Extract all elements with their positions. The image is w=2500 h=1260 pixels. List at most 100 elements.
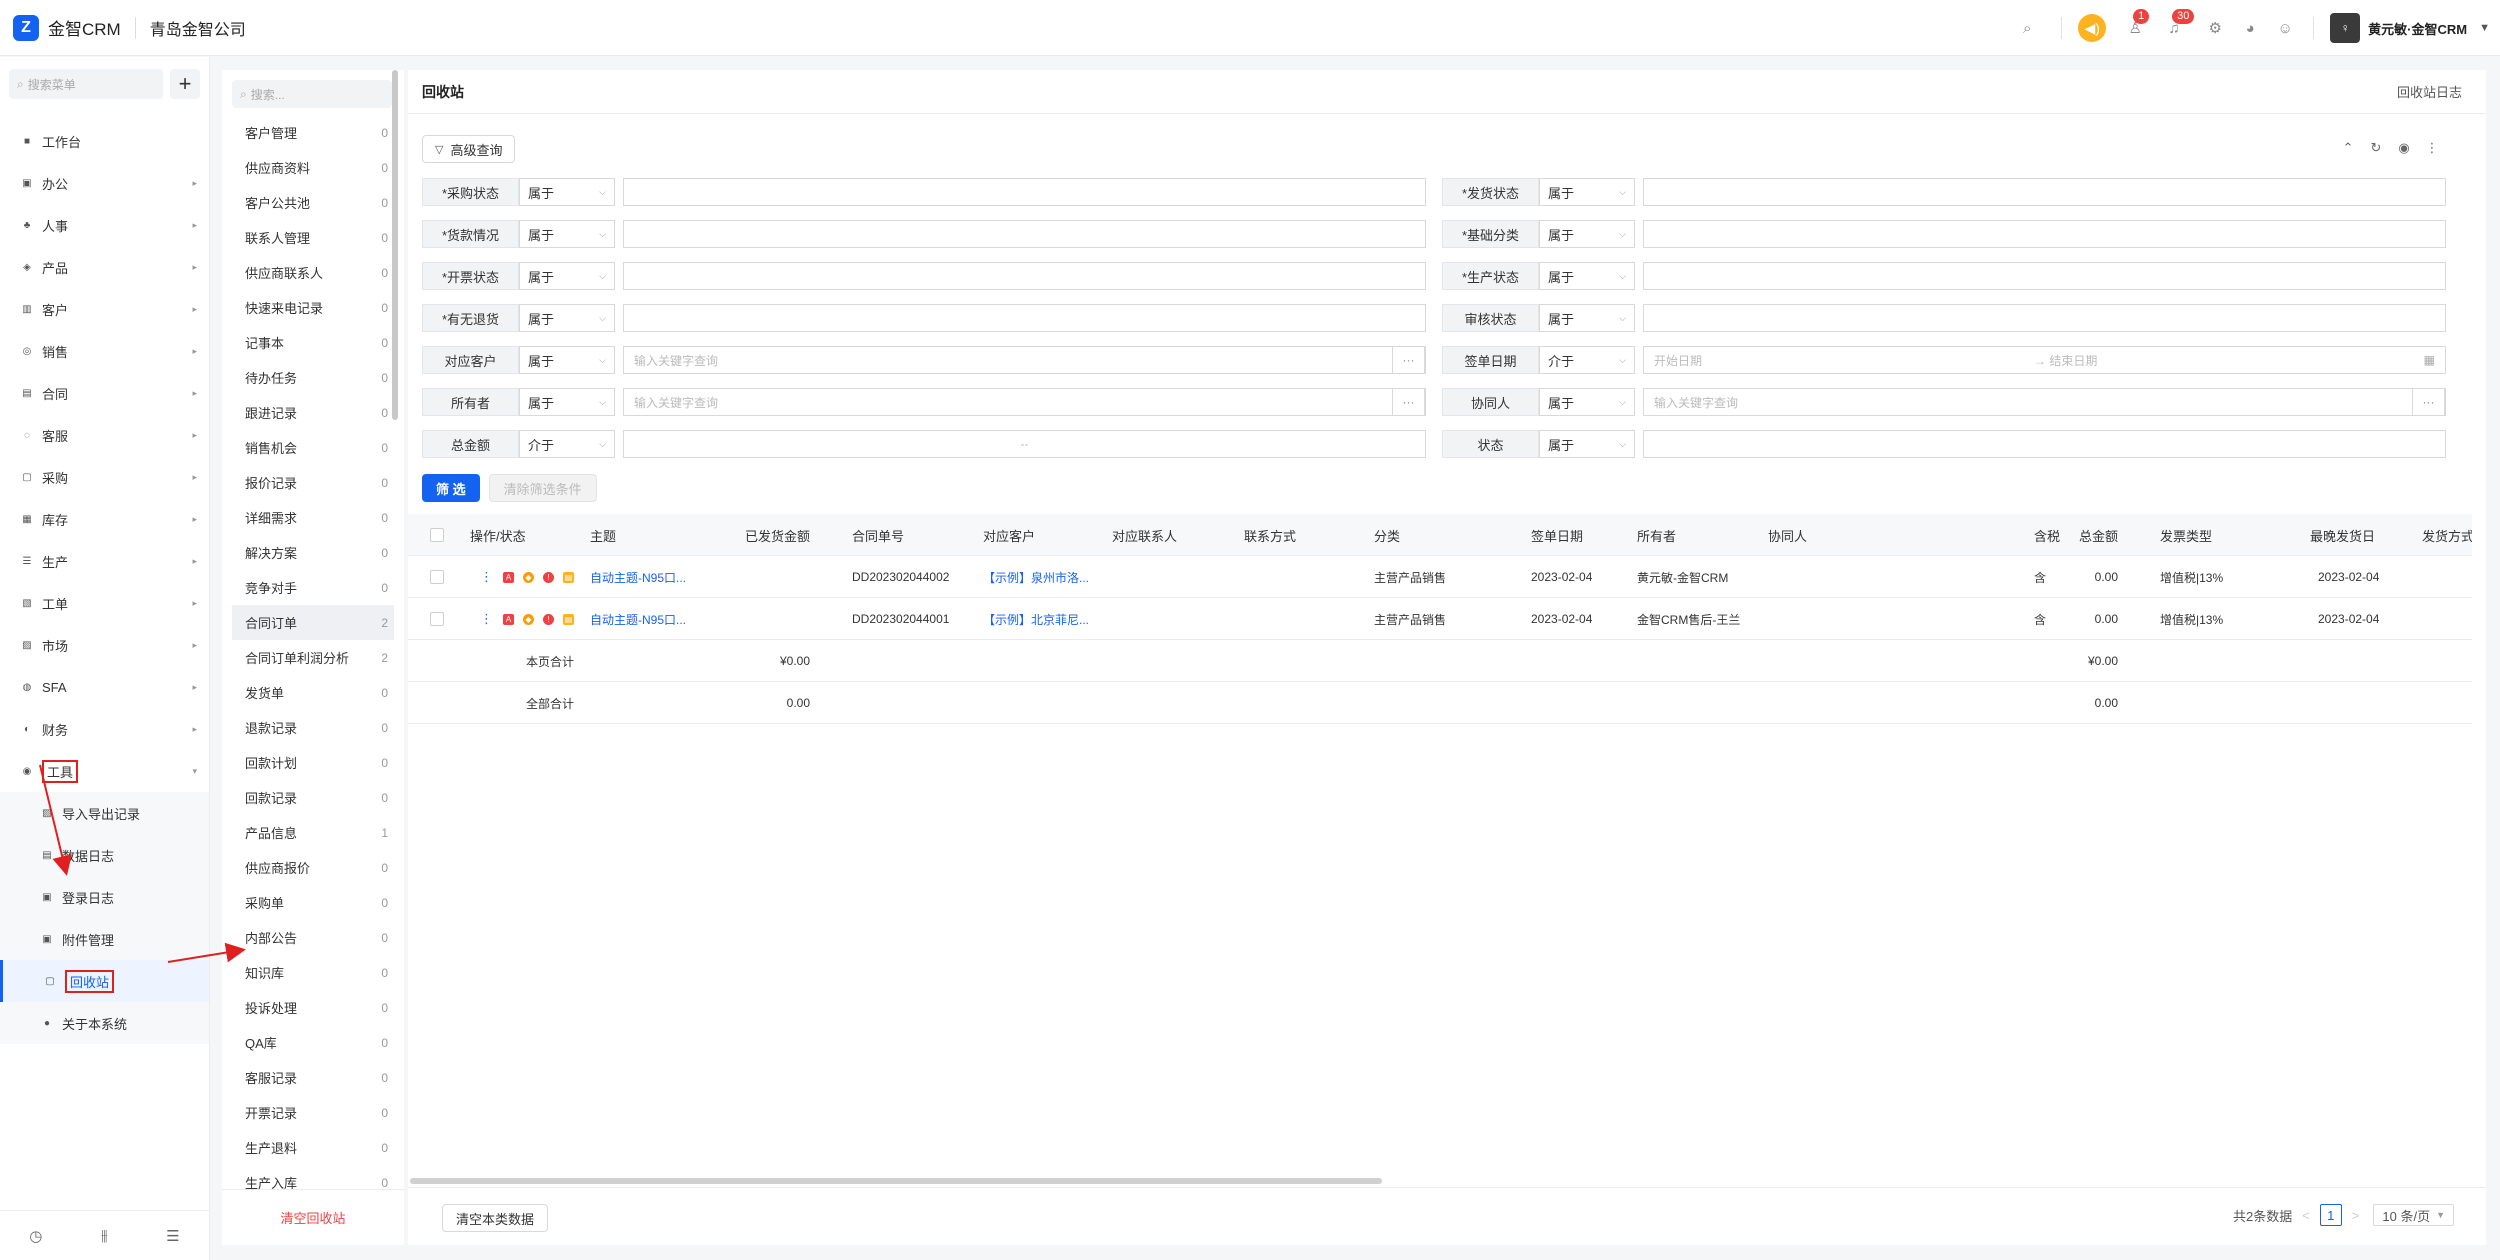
nav-item-11[interactable]: ▧ 工单 ▸	[0, 582, 209, 624]
column-header[interactable]: 最晚发货日	[2310, 514, 2375, 556]
filter-operator-select[interactable]: 属于 ⌵	[519, 178, 615, 206]
user-menu[interactable]: ♀ 黄元敏·金智CRM ▼	[2330, 13, 2490, 43]
column-header[interactable]: 签单日期	[1531, 514, 1583, 556]
filter-operator-select[interactable]: 属于 ⌵	[519, 388, 615, 416]
nav-item-9[interactable]: ▦ 库存 ▸	[0, 498, 209, 540]
category-item[interactable]: QA库 0	[232, 1025, 394, 1060]
category-item[interactable]: 回款记录 0	[232, 780, 394, 815]
nav-item-10[interactable]: ☰ 生产 ▸	[0, 540, 209, 582]
category-item[interactable]: 联系人管理 0	[232, 220, 394, 255]
column-header[interactable]: 对应客户	[983, 514, 1035, 556]
category-item[interactable]: 跟进记录 0	[232, 395, 394, 430]
category-item[interactable]: 开票记录 0	[232, 1095, 394, 1130]
drag-handle-icon[interactable]: ⋮	[480, 569, 493, 585]
more-icon[interactable]: ⋮	[2418, 140, 2446, 156]
filter-operator-select[interactable]: 属于 ⌵	[1539, 388, 1635, 416]
nav-item-14[interactable]: ◐ 财务 ▸	[0, 708, 209, 750]
nav-item-2[interactable]: ♣ 人事 ▸	[0, 204, 209, 246]
pdf-icon[interactable]: A	[503, 613, 514, 625]
logo[interactable]: Z 金智CRM	[13, 0, 121, 56]
select-all-checkbox[interactable]	[430, 514, 444, 556]
search-icon[interactable]: ⌕	[2016, 17, 2038, 39]
chart-pie-icon[interactable]: ◕	[2239, 17, 2261, 39]
task-icon[interactable]: ♙ 1	[2124, 9, 2150, 39]
category-scrollbar[interactable]	[392, 70, 398, 420]
row-checkbox[interactable]	[430, 556, 444, 598]
clear-filter-button[interactable]: 清除筛选条件	[488, 474, 597, 502]
filter-value-input[interactable]	[1643, 178, 2446, 206]
sliders-icon[interactable]: ⫵	[101, 1227, 108, 1244]
filter-value-input[interactable]	[623, 220, 1426, 248]
bell-icon[interactable]: ♫ 30	[2163, 9, 2195, 39]
speaker-icon[interactable]: ◀)	[2078, 14, 2107, 42]
filter-value-input[interactable]: --	[623, 430, 1426, 458]
filter-value-input[interactable]	[1643, 430, 2446, 458]
filter-operator-select[interactable]: 属于 ⌵	[519, 262, 615, 290]
column-header[interactable]: 总金额	[2008, 514, 2118, 556]
subject-link[interactable]: 自动主题-N95口...	[590, 598, 698, 640]
nav-item-4[interactable]: ▥ 客户 ▸	[0, 288, 209, 330]
filter-value-input[interactable]	[623, 178, 1426, 206]
category-item[interactable]: 报价记录 0	[232, 465, 394, 500]
subject-link[interactable]: 自动主题-N95口...	[590, 556, 698, 598]
category-item[interactable]: 竞争对手 0	[232, 570, 394, 605]
category-item[interactable]: 合同订单 2	[232, 605, 394, 640]
category-item[interactable]: 合同订单利润分析 2	[232, 640, 394, 675]
more-options-icon[interactable]: ···	[2412, 388, 2445, 416]
filter-operator-select[interactable]: 属于 ⌵	[519, 220, 615, 248]
nav-sub-item-5[interactable]: ● 关于本系统	[0, 1002, 209, 1044]
nav-sub-item-0[interactable]: ▨ 导入导出记录	[0, 792, 209, 834]
filter-value-input[interactable]	[1643, 304, 2446, 332]
category-item[interactable]: 销售机会 0	[232, 430, 394, 465]
category-item[interactable]: 客户公共池 0	[232, 185, 394, 220]
status-icon[interactable]: ◆	[523, 613, 534, 625]
category-item[interactable]: 退款记录 0	[232, 710, 394, 745]
document-icon[interactable]: ▤	[563, 613, 574, 625]
nav-sub-item-1[interactable]: ▤ 数据日志	[0, 834, 209, 876]
column-header[interactable]: 对应联系人	[1112, 514, 1177, 556]
category-item[interactable]: 生产退料 0	[232, 1130, 394, 1165]
filter-button[interactable]: 筛 选	[422, 474, 480, 502]
filter-value-input[interactable]: 输入关键字查询 ···	[623, 346, 1426, 374]
category-item[interactable]: 知识库 0	[232, 955, 394, 990]
prev-page-icon[interactable]: <	[2302, 1208, 2310, 1223]
column-header[interactable]: 协同人	[1768, 514, 1807, 556]
table-horizontal-scrollbar[interactable]	[410, 1178, 1382, 1184]
column-header[interactable]: 发票类型	[2160, 514, 2212, 556]
alert-icon[interactable]: !	[543, 571, 554, 583]
category-item[interactable]: 供应商报价 0	[232, 850, 394, 885]
empty-recycle-bin-button[interactable]: 清空回收站	[222, 1189, 404, 1245]
category-item[interactable]: 客服记录 0	[232, 1060, 394, 1095]
next-page-icon[interactable]: >	[2352, 1208, 2360, 1223]
filter-operator-select[interactable]: 属于 ⌵	[1539, 262, 1635, 290]
nav-item-0[interactable]: ■ 工作台	[0, 120, 209, 162]
checkbox[interactable]	[430, 528, 444, 542]
more-options-icon[interactable]: ···	[1392, 346, 1425, 374]
category-item[interactable]: 客户管理 0	[232, 115, 394, 150]
collapse-up-icon[interactable]: ⌃	[2334, 140, 2362, 156]
column-header[interactable]: 含税	[2034, 514, 2060, 556]
column-header[interactable]: 已发货金额	[698, 514, 810, 556]
document-icon[interactable]: ▤	[563, 571, 574, 583]
nav-sub-item-2[interactable]: ▣ 登录日志	[0, 876, 209, 918]
category-item[interactable]: 快速来电记录 0	[232, 290, 394, 325]
page-size-select[interactable]: 10 条/页 ▼	[2373, 1204, 2454, 1226]
column-header[interactable]: 分类	[1374, 514, 1400, 556]
category-item[interactable]: 产品信息 1	[232, 815, 394, 850]
category-item[interactable]: 采购单 0	[232, 885, 394, 920]
filter-operator-select[interactable]: 属于 ⌵	[1539, 430, 1635, 458]
column-header[interactable]: 联系方式	[1244, 514, 1296, 556]
nav-sub-item-4[interactable]: ▢ 回收站	[0, 960, 209, 1002]
nav-item-1[interactable]: ▣ 办公 ▸	[0, 162, 209, 204]
nav-item-13[interactable]: ◍ SFA ▸	[0, 666, 209, 708]
table-row[interactable]: ⋮ A ◆! ▤ 自动主题-N95口... DD202302044001 【示例】北京菲尼.…	[408, 598, 2472, 640]
pdf-icon[interactable]: A	[503, 571, 514, 583]
checkbox[interactable]	[430, 612, 444, 626]
row-checkbox[interactable]	[430, 598, 444, 640]
category-item[interactable]: 解决方案 0	[232, 535, 394, 570]
filter-value-input[interactable]: 输入关键字查询 ···	[1643, 388, 2446, 416]
customer-link[interactable]: 【示例】北京菲尼...	[983, 598, 1105, 640]
category-item[interactable]: 投诉处理 0	[232, 990, 394, 1025]
nav-item-7[interactable]: ◌ 客服 ▸	[0, 414, 209, 456]
filter-operator-select[interactable]: 介于 ⌵	[1539, 346, 1635, 374]
